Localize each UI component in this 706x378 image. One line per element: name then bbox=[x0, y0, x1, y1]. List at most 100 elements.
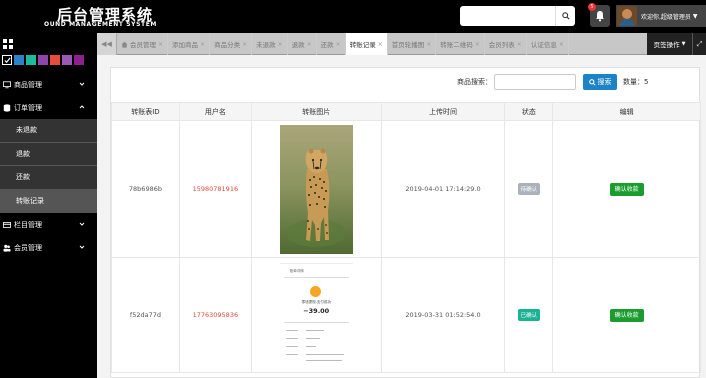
receipt-coin-icon bbox=[309, 286, 321, 297]
receipt-header: 账单详情 bbox=[289, 269, 304, 273]
close-icon[interactable]: × bbox=[158, 41, 163, 48]
cell-upload-time: 2019-03-31 01:52:54.0 bbox=[380, 257, 506, 373]
tab-refund[interactable]: 退款 × bbox=[288, 33, 317, 55]
database-icon bbox=[3, 103, 11, 112]
theme-swatch-purple[interactable] bbox=[38, 55, 48, 65]
menu-order-management[interactable]: 订单管理 bbox=[0, 96, 97, 119]
receipt-detail-line bbox=[305, 346, 316, 347]
search-row: 商品搜索： 搜索 数量：5 bbox=[111, 68, 701, 98]
column-header-upload-time: 上传时间 bbox=[380, 102, 506, 121]
receipt-detail-line bbox=[305, 354, 344, 355]
notification-badge: 5 bbox=[588, 3, 596, 11]
tab-transfer-qrcode[interactable]: 转账二维码 × bbox=[436, 33, 485, 55]
cell-image: 账单详情 零钱提现-支付成功 −39.00 bbox=[250, 257, 382, 373]
menu-member-management[interactable]: 会员管理 bbox=[0, 236, 97, 259]
tab-label: 首页轮播图 bbox=[391, 41, 425, 49]
top-search-input[interactable] bbox=[462, 8, 554, 24]
sidebar-item-refund[interactable]: 退款 bbox=[0, 142, 97, 166]
tab-repayment[interactable]: 还款 × bbox=[317, 33, 346, 55]
cell-username: 17763095836 bbox=[178, 257, 252, 373]
close-icon[interactable]: × bbox=[559, 41, 564, 48]
tab-goods-category[interactable]: 商品分类 × bbox=[210, 33, 253, 55]
receipt-title: 零钱提现-支付成功 bbox=[301, 300, 331, 304]
close-icon[interactable]: × bbox=[378, 41, 383, 48]
theme-swatch-magenta[interactable] bbox=[74, 55, 84, 65]
theme-swatch-black[interactable] bbox=[2, 55, 12, 65]
menu-column-management[interactable]: 栏目管理 bbox=[0, 213, 97, 236]
cell-image bbox=[250, 120, 382, 258]
tab-ops-label: 页签操作 bbox=[653, 41, 680, 49]
menu-goods-management[interactable]: 商品管理 bbox=[0, 73, 97, 96]
caret-down-icon: ▼ bbox=[681, 41, 686, 47]
chevron-down-icon bbox=[79, 82, 85, 86]
close-icon[interactable]: × bbox=[517, 41, 522, 48]
monitor-icon bbox=[3, 80, 11, 88]
tab-member-management[interactable]: 会员管理 × bbox=[117, 33, 169, 55]
tab-operations-button[interactable]: 页签操作 ▼ bbox=[647, 33, 692, 55]
divider bbox=[283, 277, 349, 278]
top-search-button[interactable] bbox=[555, 6, 575, 26]
theme-swatch-blue[interactable] bbox=[14, 55, 24, 65]
grid-toggle-icon[interactable] bbox=[3, 39, 13, 51]
chevron-up-icon bbox=[79, 105, 85, 109]
sidebar-item-not-refunded[interactable]: 未退款 bbox=[0, 119, 97, 143]
table-row: 78b6986b 15980781916 2019-04-01 17:14:29… bbox=[111, 120, 701, 258]
caret-down-icon: ▼ bbox=[692, 12, 698, 20]
main-content: 商品搜索： 搜索 数量：5 转账表ID 用户名 转账图片 上传时间 状态 编辑 bbox=[97, 55, 706, 378]
avatar bbox=[617, 6, 637, 26]
tab-label: 转账记录 bbox=[349, 41, 376, 49]
tab-label: 添加商品 bbox=[172, 41, 199, 49]
close-icon[interactable]: × bbox=[336, 41, 341, 48]
tab-add-goods[interactable]: 添加商品 × bbox=[168, 33, 211, 55]
receipt-amount: −39.00 bbox=[303, 307, 330, 315]
confirm-payment-button[interactable]: 确认收款 bbox=[609, 308, 644, 322]
receipt-detail-line bbox=[285, 338, 298, 339]
column-header-edit: 编辑 bbox=[552, 102, 701, 121]
goods-search-input[interactable] bbox=[494, 74, 576, 90]
tab-home-carousel[interactable]: 首页轮播图 × bbox=[388, 33, 437, 55]
close-icon[interactable]: × bbox=[200, 41, 205, 48]
search-button-label: 搜索 bbox=[597, 78, 612, 86]
tab-transfer-records[interactable]: 转账记录 × bbox=[345, 33, 388, 55]
receipt-detail-line bbox=[285, 330, 298, 331]
close-icon[interactable]: × bbox=[475, 41, 480, 48]
menu-label: 订单管理 bbox=[14, 103, 42, 112]
divider bbox=[283, 322, 349, 323]
close-icon[interactable]: × bbox=[278, 41, 283, 48]
table-row: f52da77d 17763095836 账单详情 零钱提现-支付成功 −39.… bbox=[111, 257, 701, 373]
search-button[interactable]: 搜索 bbox=[583, 74, 617, 90]
close-icon[interactable]: × bbox=[426, 41, 431, 48]
sidebar-item-repayment[interactable]: 还款 bbox=[0, 166, 97, 190]
user-menu[interactable]: 欢迎你,超级管理员 ▼ bbox=[616, 5, 706, 27]
check-icon bbox=[3, 56, 11, 63]
column-header-status: 状态 bbox=[504, 102, 554, 121]
receipt-detail-line bbox=[305, 338, 320, 339]
close-icon[interactable]: × bbox=[307, 41, 312, 48]
cheetah-photo bbox=[279, 124, 353, 254]
column-header-username: 用户名 bbox=[178, 102, 252, 121]
tab-auth-info[interactable]: 认证信息 × bbox=[527, 33, 569, 55]
chevron-down-icon bbox=[79, 245, 85, 249]
close-icon[interactable]: × bbox=[242, 41, 247, 48]
table-header-row: 转账表ID 用户名 转账图片 上传时间 状态 编辑 bbox=[111, 102, 701, 121]
tab-scroll-left-button[interactable]: ◀◀ bbox=[97, 33, 117, 55]
tab-label: 退款 bbox=[291, 41, 305, 49]
status-badge: 待确认 bbox=[517, 183, 541, 195]
top-header: 后台管理系统 OUND MANAGEMENT SYSTEM 5 欢迎你,超级管理… bbox=[0, 0, 706, 33]
theme-swatch-teal[interactable] bbox=[26, 55, 36, 65]
theme-swatch-red[interactable] bbox=[50, 55, 60, 65]
theme-swatches bbox=[2, 55, 84, 65]
sidebar-item-transfer-records[interactable]: 转账记录 bbox=[0, 189, 97, 213]
tab-not-refunded[interactable]: 未退款 × bbox=[252, 33, 288, 55]
cell-edit: 确认收款 bbox=[552, 257, 701, 373]
tab-member-list[interactable]: 会员列表 × bbox=[485, 33, 527, 55]
receipt-detail-line bbox=[305, 360, 342, 361]
confirm-payment-button[interactable]: 确认收款 bbox=[609, 182, 644, 196]
search-icon bbox=[561, 12, 570, 20]
transfer-image-cheetah[interactable] bbox=[279, 124, 353, 254]
theme-swatch-violet[interactable] bbox=[62, 55, 72, 65]
transfer-image-receipt[interactable]: 账单详情 零钱提现-支付成功 −39.00 bbox=[279, 263, 353, 367]
content-panel: 商品搜索： 搜索 数量：5 转账表ID 用户名 转账图片 上传时间 状态 编辑 bbox=[110, 67, 701, 378]
tab-bar: ◀◀ 会员管理 × 添加商品 × 商品分类 × 未退款 × 退款 × 还款 × 转账记录 × … bbox=[97, 33, 706, 55]
fullscreen-icon[interactable]: ⤢ bbox=[692, 33, 706, 55]
